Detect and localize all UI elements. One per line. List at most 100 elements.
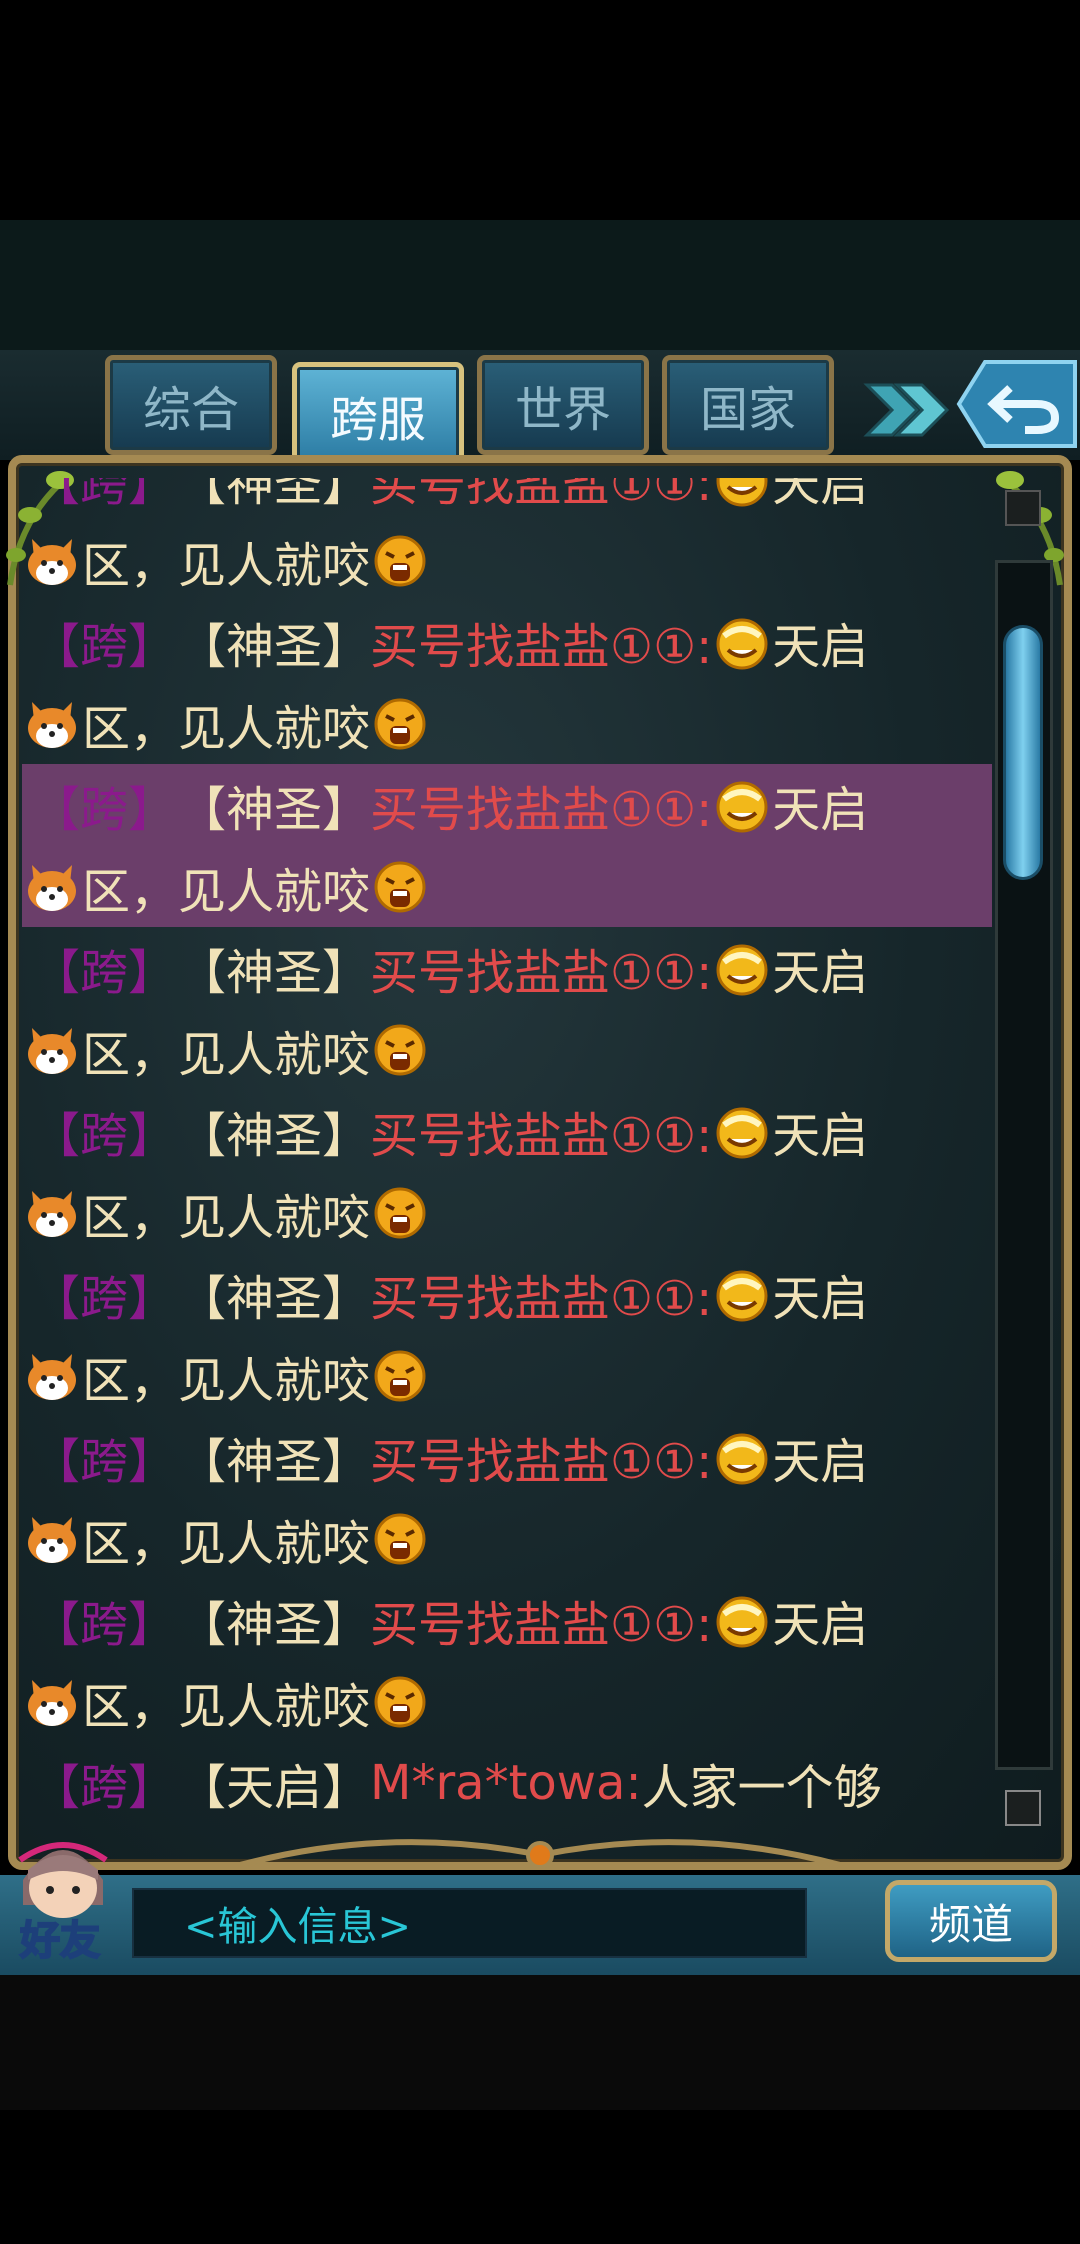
message-text: 区，见人就咬	[82, 1190, 371, 1246]
chat-message-line: 【跨】 【神圣】 买号找盐盐①①: 天启	[22, 601, 868, 683]
shiba-dog-emoji-icon	[28, 1028, 76, 1074]
chat-message-line: 区，见人就咬	[22, 1172, 430, 1254]
server-tag: 【神圣】	[178, 1597, 371, 1653]
message-text: 区，见人就咬	[82, 538, 371, 594]
sender-name[interactable]: 买号找盐盐①①:	[370, 1259, 712, 1329]
server-tag: 【神圣】	[178, 478, 371, 512]
chat-message-line: 【跨】 【神圣】 买号找盐盐①①: 天启	[22, 1253, 868, 1335]
chat-message-line: 【跨】 【神圣】 买号找盐盐①①: 天启	[22, 764, 868, 846]
chat-message-line: 【跨】 【神圣】 买号找盐盐①①: 天启	[22, 927, 868, 1009]
chat-message-line: 【跨】 【神圣】 买号找盐盐①①: 天启	[22, 1579, 868, 1661]
sender-name[interactable]: 买号找盐盐①①:	[370, 478, 712, 514]
shiba-dog-emoji-icon	[28, 1517, 76, 1563]
channel-tag: 【跨】	[32, 945, 177, 1001]
chat-message-line: 【跨】 【神圣】 买号找盐盐①①: 天启	[22, 1416, 868, 1498]
message-input[interactable]: <输入信息>	[132, 1888, 807, 1958]
shiba-dog-emoji-icon	[28, 1354, 76, 1400]
message-text: 区，见人就咬	[82, 1353, 371, 1409]
back-arrow-icon[interactable]	[955, 358, 1080, 450]
message-text: 天启	[772, 1434, 869, 1490]
message-text: 区，见人就咬	[82, 1027, 371, 1083]
chat-message[interactable]: 【跨】 【神圣】 买号找盐盐①①: 天启 区，见人就咬	[22, 927, 992, 1090]
server-tag: 【神圣】	[178, 1108, 371, 1164]
message-text: 区，见人就咬	[82, 1516, 371, 1572]
smiley-emoji-icon	[716, 781, 768, 833]
crying-face-emoji-icon	[374, 1024, 426, 1076]
crying-face-emoji-icon	[374, 1187, 426, 1239]
shiba-dog-emoji-icon	[28, 539, 76, 585]
sender-name[interactable]: 买号找盐盐①①:	[370, 1422, 712, 1492]
chat-message[interactable]: 【跨】 【神圣】 买号找盐盐①①: 天启 区，见人就咬	[22, 478, 992, 601]
channel-tag: 【跨】	[32, 1271, 177, 1327]
sender-name[interactable]: 买号找盐盐①①:	[370, 1096, 712, 1166]
message-text: 天启	[772, 478, 869, 512]
chat-message-line: 区，见人就咬	[22, 520, 430, 602]
chat-message[interactable]: 【跨】 【神圣】 买号找盐盐①①: 天启 区，见人就咬	[22, 1253, 992, 1416]
chat-message-line: 区，见人就咬	[22, 1498, 430, 1580]
panel-bottom-ornament	[240, 1839, 840, 1869]
scrollbar-thumb[interactable]	[1003, 625, 1043, 880]
chat-message-list[interactable]: 【跨】 【神圣】 买号找盐盐①①: 天启 区，见人就咬 【跨】 【神圣】 买号找盐盐①①…	[22, 478, 992, 1848]
channel-tag: 【跨】	[32, 1108, 177, 1164]
chat-message-line: 【跨】 【神圣】 买号找盐盐①①: 天启	[22, 478, 868, 520]
message-text: 天启	[772, 1271, 869, 1327]
chat-message[interactable]: 【跨】 【神圣】 买号找盐盐①①: 天启 区，见人就咬	[22, 1090, 992, 1253]
shiba-dog-emoji-icon	[28, 702, 76, 748]
crying-face-emoji-icon	[374, 535, 426, 587]
smiley-emoji-icon	[716, 1270, 768, 1322]
crying-face-emoji-icon	[374, 1350, 426, 1402]
tab-general[interactable]: 综合	[105, 355, 277, 455]
shiba-dog-emoji-icon	[28, 865, 76, 911]
chat-message[interactable]: 【跨】 【神圣】 买号找盐盐①①: 天启 区，见人就咬	[22, 1579, 992, 1742]
smiley-emoji-icon	[716, 1107, 768, 1159]
message-text: 区，见人就咬	[82, 701, 371, 757]
scroll-down-arrow-icon[interactable]	[1005, 1790, 1041, 1826]
chat-message-line: 【跨】 【天启】 M*ra*towa: 人家一个够	[22, 1742, 882, 1824]
top-dark-band	[0, 220, 1080, 350]
chat-message[interactable]: 【跨】 【神圣】 买号找盐盐①①: 天启 区，见人就咬	[22, 1416, 992, 1579]
channel-tag: 【跨】	[32, 1760, 177, 1816]
chat-message-line: 区，见人就咬	[22, 683, 430, 765]
smiley-emoji-icon	[716, 478, 768, 507]
message-text: 天启	[772, 1108, 869, 1164]
crying-face-emoji-icon	[374, 861, 426, 913]
sender-name[interactable]: 买号找盐盐①①:	[370, 933, 712, 1003]
server-tag: 【天启】	[178, 1760, 371, 1816]
message-text: 人家一个够	[641, 1760, 882, 1816]
sender-name[interactable]: 买号找盐盐①①:	[370, 607, 712, 677]
server-tag: 【神圣】	[178, 945, 371, 1001]
shiba-dog-emoji-icon	[28, 1680, 76, 1726]
channel-tag: 【跨】	[32, 619, 177, 675]
server-tag: 【神圣】	[178, 1271, 371, 1327]
channel-tag: 【跨】	[32, 478, 177, 512]
message-text: 区，见人就咬	[82, 864, 371, 920]
message-text: 天启	[772, 945, 869, 1001]
shiba-dog-emoji-icon	[28, 1191, 76, 1237]
message-text: 天启	[772, 619, 869, 675]
channel-tag: 【跨】	[32, 1597, 177, 1653]
sender-name[interactable]: M*ra*towa:	[370, 1755, 642, 1811]
bottom-dark-band	[0, 1975, 1080, 2110]
chat-message[interactable]: 【跨】 【神圣】 买号找盐盐①①: 天启 区，见人就咬	[22, 601, 992, 764]
sender-name[interactable]: 买号找盐盐①①:	[370, 1585, 712, 1655]
smiley-emoji-icon	[716, 944, 768, 996]
double-chevron-icon	[863, 383, 950, 437]
sender-name[interactable]: 买号找盐盐①①:	[370, 770, 712, 840]
chat-message-line: 区，见人就咬	[22, 1661, 430, 1743]
channel-button[interactable]: 频道	[885, 1880, 1057, 1962]
server-tag: 【神圣】	[178, 782, 371, 838]
friend-label[interactable]: 好友	[10, 1908, 110, 1966]
tab-cross-server[interactable]: 跨服	[292, 362, 464, 468]
chat-message-line: 【跨】 【神圣】 买号找盐盐①①: 天启	[22, 1090, 868, 1172]
smiley-emoji-icon	[716, 618, 768, 670]
tab-world[interactable]: 世界	[477, 355, 649, 455]
chat-message-line: 区，见人就咬	[22, 1335, 430, 1417]
crying-face-emoji-icon	[374, 1513, 426, 1565]
chat-message[interactable]: 【跨】 【神圣】 买号找盐盐①①: 天启 区，见人就咬	[22, 764, 992, 927]
server-tag: 【神圣】	[178, 1434, 371, 1490]
smiley-emoji-icon	[716, 1433, 768, 1485]
message-text: 天启	[772, 782, 869, 838]
scroll-up-arrow-icon[interactable]	[1005, 490, 1041, 526]
crying-face-emoji-icon	[374, 698, 426, 750]
tab-country[interactable]: 国家	[662, 355, 834, 455]
